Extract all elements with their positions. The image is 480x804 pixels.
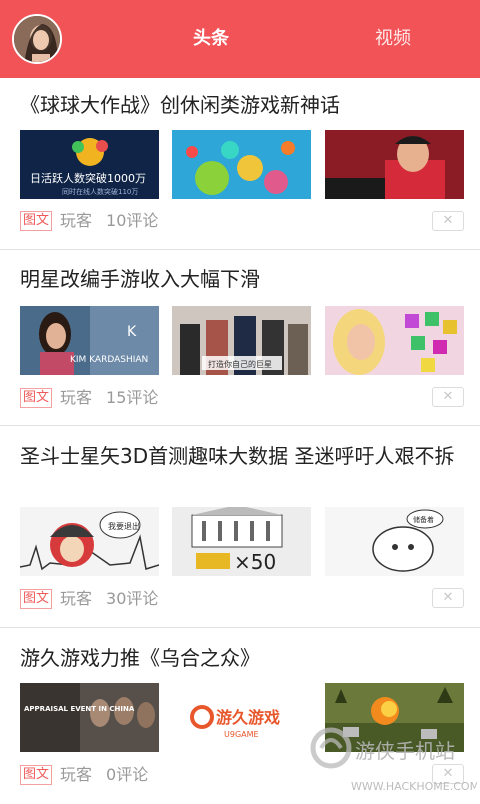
news-item[interactable]: 《球球大作战》创休闲类游戏新神话 日活跃人数突破1000万 同时在线人数突破11… — [0, 78, 480, 250]
news-meta: 图文 玩客 30评论 — [20, 588, 158, 610]
news-source: 玩客 — [60, 589, 93, 608]
news-thumbnail[interactable]: ×50 — [172, 507, 311, 576]
news-thumbnail[interactable]: 打造你自己的巨星 — [172, 306, 311, 375]
thumb-caption: APPRAISAL EVENT IN CHINA — [24, 705, 135, 713]
news-meta: 图文 玩客 0评论 — [20, 764, 148, 786]
dismiss-button[interactable]: ✕ — [432, 588, 464, 608]
thumb-caption: 日活跃人数突破1000万 — [30, 171, 146, 185]
category-tag: 图文 — [20, 765, 53, 785]
thumb-subcaption: 同时在线人数突破110万 — [62, 187, 138, 196]
news-item[interactable]: 明星改编手游收入大幅下滑 KIM KARDASHIAN K 打造你自己的巨星 图… — [0, 250, 480, 426]
avatar[interactable] — [12, 14, 62, 64]
news-thumbnail[interactable]: 储备着 — [325, 507, 464, 576]
comment-count: 30评论 — [106, 589, 159, 608]
dismiss-button[interactable]: ✕ — [432, 211, 464, 231]
category-tag: 图文 — [20, 589, 53, 609]
tab-videos[interactable]: 视频 — [375, 27, 411, 51]
thumb-caption: 打造你自己的巨星 — [208, 359, 272, 369]
news-thumbnail[interactable] — [325, 306, 464, 375]
comment-count: 15评论 — [106, 388, 159, 407]
news-thumbnail[interactable]: 日活跃人数突破1000万 同时在线人数突破110万 — [20, 130, 159, 199]
news-thumbnail[interactable] — [172, 130, 311, 199]
thumb-subcaption: U9GAME — [224, 730, 259, 739]
close-icon: ✕ — [442, 389, 454, 404]
category-tag: 图文 — [20, 211, 53, 231]
news-thumbnail[interactable]: 游久游戏 U9GAME — [172, 683, 311, 752]
news-thumbnail[interactable]: KIM KARDASHIAN K — [20, 306, 159, 375]
close-icon: ✕ — [442, 590, 454, 605]
thumb-caption: KIM KARDASHIAN — [70, 355, 148, 365]
dismiss-button[interactable]: ✕ — [432, 387, 464, 407]
watermark: 游侠手机站 WWW.HACKHOME.COM — [305, 718, 479, 800]
news-title[interactable]: 《球球大作战》创休闲类游戏新神话 — [20, 89, 470, 121]
thumb-caption: 我要退出 — [108, 521, 140, 531]
news-source: 玩客 — [60, 388, 93, 407]
news-item[interactable]: 圣斗士星矢3D首测趣味大数据 圣迷呼吁人艰不拆 我要退出 ×50 储备着 图文 … — [0, 426, 480, 628]
news-source: 玩客 — [60, 211, 93, 230]
news-thumbnail[interactable]: APPRAISAL EVENT IN CHINA — [20, 683, 159, 752]
watermark-name: 游侠手机站 — [355, 739, 455, 763]
news-thumbnail[interactable]: 我要退出 — [20, 507, 159, 576]
news-thumbnail[interactable] — [325, 130, 464, 199]
news-title[interactable]: 游久游戏力推《乌合之众》 — [20, 642, 470, 674]
top-header: 头条 视频 — [0, 0, 480, 78]
thumb-caption: ×50 — [234, 550, 276, 574]
category-tag: 图文 — [20, 388, 53, 408]
comment-count: 0评论 — [106, 765, 149, 784]
news-meta: 图文 玩客 15评论 — [20, 387, 158, 409]
news-meta: 图文 玩客 10评论 — [20, 210, 158, 232]
news-source: 玩客 — [60, 765, 93, 784]
thumb-caption: 游久游戏 — [216, 708, 280, 727]
news-title[interactable]: 明星改编手游收入大幅下滑 — [20, 263, 470, 295]
watermark-url: WWW.HACKHOME.COM — [351, 780, 477, 793]
comment-count: 10评论 — [106, 211, 159, 230]
close-icon: ✕ — [442, 213, 454, 228]
tab-headlines[interactable]: 头条 — [193, 27, 229, 51]
thumb-caption: 储备着 — [413, 515, 434, 524]
svg-text:K: K — [127, 324, 137, 340]
news-title[interactable]: 圣斗士星矢3D首测趣味大数据 圣迷呼吁人艰不拆 — [20, 440, 470, 472]
